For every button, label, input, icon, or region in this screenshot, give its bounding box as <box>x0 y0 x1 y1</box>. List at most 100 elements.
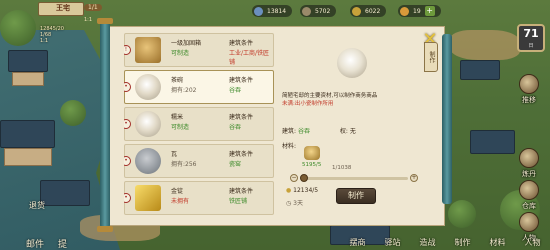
resource-gems[interactable]: 19 + <box>398 5 441 17</box>
plus-button[interactable]: + <box>410 174 418 182</box>
cost-money: ● 12134/5 <box>286 187 318 194</box>
recipe-cond-value: 工业/工商/铁匠铺 <box>229 50 270 66</box>
resource-population[interactable]: 13814 <box>252 5 293 17</box>
person-icon <box>519 212 539 232</box>
time-value: 3天 <box>293 200 303 207</box>
house-roof <box>40 180 90 206</box>
resource-value: 19 <box>413 7 421 15</box>
dirt-path <box>450 30 520 60</box>
side-button-label: 推移 <box>522 96 536 104</box>
recipe-status: 拥有:256 <box>171 161 197 168</box>
recipe-row[interactable]: ! 一级加固箱 可制造 建筑条件 工业/工商/铁匠铺 <box>124 33 274 67</box>
return-label[interactable]: 退货 <box>29 200 45 211</box>
money-value: 12134/5 <box>293 187 319 194</box>
recipe-cond-value: 铁匠铺 <box>229 198 248 205</box>
materials-label: 材料: <box>282 143 297 150</box>
extra-value: 无 <box>349 128 356 135</box>
recipe-status: 可制造 <box>171 50 190 57</box>
recipe-cond-label: 建筑条件 <box>229 188 254 195</box>
menu-shop[interactable]: 摆商 <box>350 237 366 248</box>
quantity-readout: 1/1038 <box>332 165 352 171</box>
resource-value: 13814 <box>267 7 287 15</box>
resource-gold[interactable]: 6022 <box>350 5 387 17</box>
recipe-list: ! 一级加固箱 可制造 建筑条件 工业/工商/铁匠铺 • 茶碗 拥有:202 建… <box>124 33 274 223</box>
tree <box>448 200 476 228</box>
menu-battle[interactable]: 造战 <box>420 237 436 248</box>
recipe-name: 金锭 <box>171 188 184 195</box>
recipe-cond-label: 建筑条件 <box>229 77 254 84</box>
building-line: 建筑: 谷吞 权: 无 <box>282 126 422 135</box>
warehouse-button[interactable]: 仓库 <box>516 180 542 211</box>
house-roof <box>470 130 515 154</box>
material-count: 5195/5 <box>302 162 322 168</box>
population-icon <box>254 6 263 16</box>
recipe-status: 可制造 <box>171 124 190 131</box>
coin-icon <box>352 6 361 16</box>
description-text: 简陋宅邸的主要资材,可以制作商务商品 <box>282 93 378 99</box>
recipe-name: 瓦 <box>171 151 178 158</box>
bottom-left-bar: 邮件 提 <box>26 237 67 250</box>
estate-title: 王宅 <box>56 4 70 12</box>
recipe-row[interactable]: • 金锭 未拥有 建筑条件 铁匠铺 <box>124 181 274 215</box>
menu-materials[interactable]: 材料 <box>490 237 506 248</box>
minus-button[interactable]: − <box>290 174 298 182</box>
building-value: 谷吞 <box>297 128 310 135</box>
resource-value: 6022 <box>365 7 381 15</box>
recipe-row[interactable]: • 糯米 可制造 建筑条件 谷吞 <box>124 107 274 141</box>
alchemy-button[interactable]: 炼丹 <box>516 148 542 179</box>
alert-icon: ! <box>124 45 131 55</box>
coin-icon: ● <box>286 187 292 194</box>
recipe-name: 茶碗 <box>171 77 184 84</box>
add-gems-button[interactable]: + <box>424 6 435 16</box>
house-roof <box>460 60 500 80</box>
recipe-name: 一级加固箱 <box>171 40 202 47</box>
gem-icon <box>400 6 409 16</box>
recipe-cond-label: 建筑条件 <box>229 151 254 158</box>
recipe-cond-label: 建筑条件 <box>229 114 254 121</box>
grain-icon <box>302 6 311 16</box>
day-number: 71 <box>523 27 539 40</box>
house-wall <box>4 148 52 166</box>
extra-label: 权: <box>339 128 348 135</box>
house-wall <box>12 72 44 86</box>
resource-value: 5702 <box>315 7 331 15</box>
estate-subtitle: 1:1 <box>84 17 93 23</box>
recipe-detail: 简陋宅邸的主要资材,可以制作商务商品 未满:出小瓷制作所用 建筑: 谷吞 权: … <box>282 35 432 221</box>
crate-icon <box>135 37 161 63</box>
recipe-cond-value: 谷吞 <box>229 87 242 94</box>
scroll-cap <box>97 226 113 232</box>
recipe-status: 未拥有 <box>171 198 190 205</box>
side-button-label: 仓库 <box>522 202 536 210</box>
tree <box>0 10 36 46</box>
building-label: 建筑: <box>282 128 297 135</box>
rice-icon <box>135 111 161 137</box>
bowl-icon <box>135 74 161 100</box>
gold-icon <box>135 185 161 211</box>
advance-button[interactable]: 推移 <box>516 74 542 105</box>
cauldron-icon <box>519 148 539 168</box>
day-counter: 71 日 <box>517 24 545 52</box>
cost-time: ◷ 3天 <box>286 198 303 207</box>
menu-people[interactable]: 人物 <box>525 237 541 248</box>
slider-knob[interactable] <box>300 174 309 182</box>
quantity-slider[interactable]: − + <box>290 174 418 182</box>
bottom-left-button[interactable]: 提 <box>58 237 67 250</box>
bell-icon <box>519 74 539 94</box>
bullet-icon: • <box>124 119 131 129</box>
menu-station[interactable]: 驿站 <box>385 237 401 248</box>
menu-craft[interactable]: 制作 <box>455 237 471 248</box>
recipe-cond-label: 建筑条件 <box>229 40 254 47</box>
recipe-row-selected[interactable]: • 茶碗 拥有:202 建筑条件 谷吞 <box>124 70 274 104</box>
mail-button[interactable]: 邮件 <box>26 237 44 250</box>
make-button[interactable]: 制作 <box>336 188 376 204</box>
bullet-icon: • <box>124 156 131 166</box>
recipe-row[interactable]: • 瓦 拥有:256 建筑条件 瓷窑 <box>124 144 274 178</box>
resource-grain[interactable]: 5702 <box>300 5 337 17</box>
day-label: 日 <box>528 43 534 49</box>
bullet-icon: • <box>124 193 131 203</box>
slider-track[interactable] <box>300 177 408 180</box>
estate-badge: 1/1 <box>84 4 102 11</box>
effect-text: 未满:出小瓷制作所用 <box>282 100 334 107</box>
scroll-rod-right <box>442 34 452 204</box>
scroll-rod-left <box>100 22 110 228</box>
